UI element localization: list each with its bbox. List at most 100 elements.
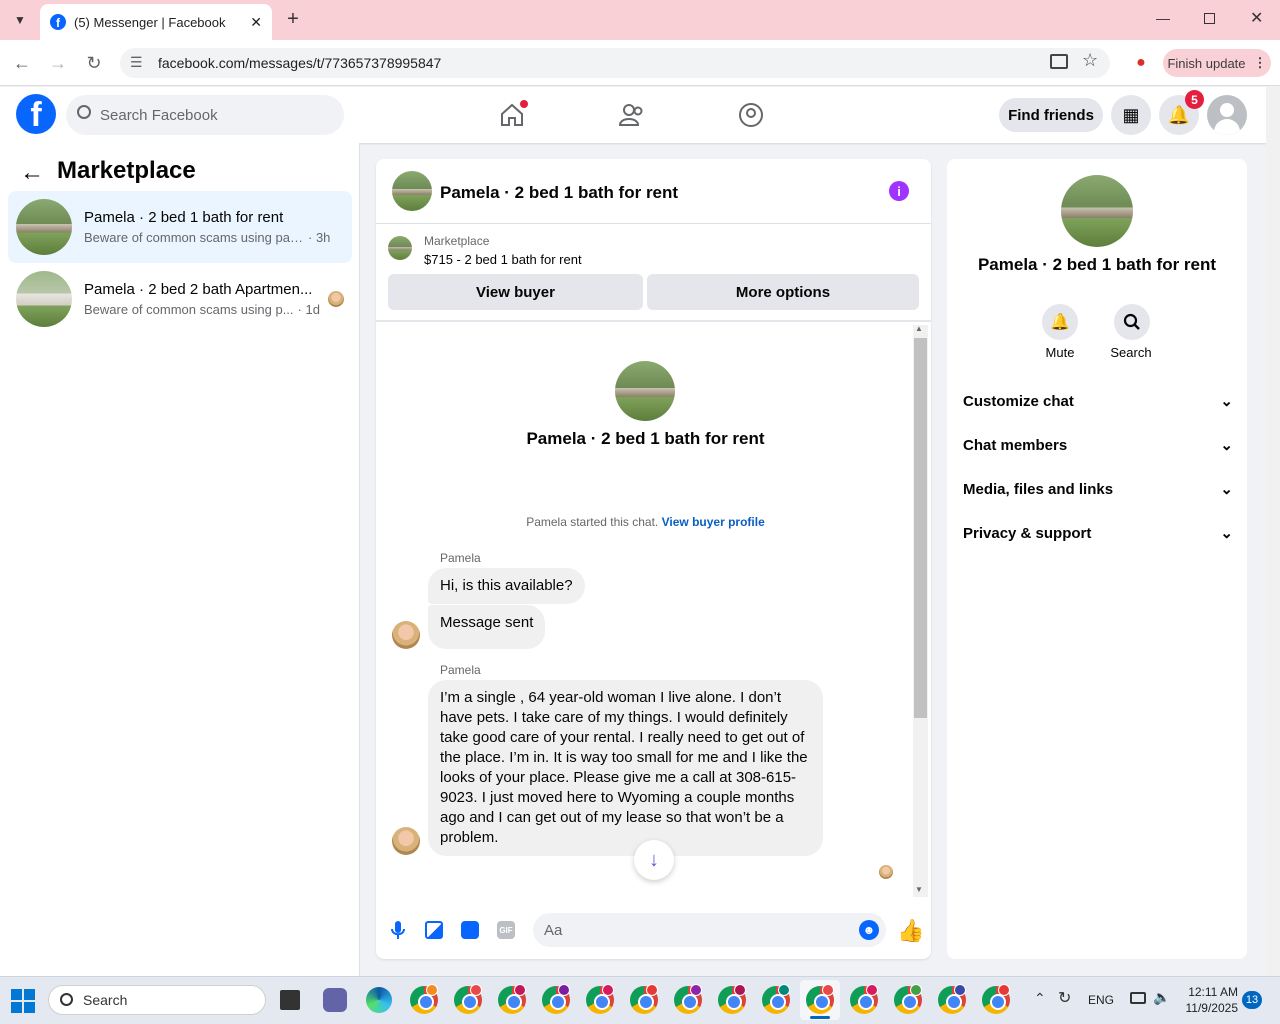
notification-count-badge[interactable]: 13 [1242,991,1262,1009]
task-view-icon[interactable] [280,990,300,1010]
chrome-icon[interactable] [542,984,570,1014]
intro-name: Pamela · 2 bed 1 bath for rent [526,429,765,448]
friends-icon[interactable] [614,98,650,132]
conversation-item[interactable]: Pamela · 2 bed 1 bath for rent Beware of… [8,191,352,263]
sync-icon[interactable]: ↻ [1058,988,1071,1008]
chrome-icon[interactable] [498,984,526,1014]
back-arrow-icon[interactable]: ← [8,49,36,77]
back-arrow-icon[interactable]: ← [20,159,44,187]
reload-icon[interactable]: ↻ [80,49,108,77]
sender-name: Pamela [440,551,481,565]
tab-search-button[interactable]: ▼ [10,10,30,30]
thumbs-up-icon[interactable]: 👍 [897,918,924,944]
close-window-icon[interactable]: ✕ [1250,8,1263,28]
chrome-icon[interactable] [586,984,614,1014]
forward-arrow-icon[interactable]: → [44,49,72,77]
details-avatar [1061,175,1133,247]
show-hidden-icons-chevron-icon[interactable]: ⌃ [1034,990,1046,1007]
chrome-icon[interactable] [894,984,922,1014]
customize-chat-section[interactable]: Customize chat ⌄ [963,385,1233,417]
browser-tab-messenger[interactable]: f (5) Messenger | Facebook ✕ [40,4,272,40]
message-bubble[interactable]: I’m a single , 64 year-old woman I live … [428,680,823,856]
restore-window-icon[interactable] [1204,13,1215,24]
info-icon[interactable]: i [889,181,909,201]
search-facebook-input[interactable]: Search Facebook [66,95,344,135]
message-input[interactable]: Aa [533,913,886,947]
tab-title: (5) Messenger | Facebook [74,14,226,30]
section-label: Customize chat [963,392,1074,410]
groups-icon[interactable] [733,98,769,132]
photo-icon[interactable] [425,921,443,939]
network-icon[interactable] [1130,992,1146,1004]
page-title: Marketplace [57,157,196,184]
scroll-up-arrow-icon[interactable]: ▲ [915,324,923,333]
facebook-favicon-icon: f [50,14,66,30]
notification-badge: 5 [1185,90,1204,109]
minimize-window-icon[interactable]: — [1156,10,1170,26]
privacy-support-section[interactable]: Privacy & support ⌄ [963,517,1233,549]
chrome-icon[interactable] [674,984,702,1014]
sender-avatar[interactable] [392,621,420,649]
chrome-icon[interactable] [762,984,790,1014]
scroll-down-arrow-icon[interactable]: ▼ [915,885,923,894]
windows-start-icon[interactable] [11,989,35,1013]
site-info-icon[interactable]: ☰ [130,54,143,71]
taskbar-search-label: Search [83,992,128,1008]
mute-bell-icon[interactable]: 🔔 [1042,304,1078,340]
active-app-indicator [810,1016,830,1019]
chrome-icon[interactable] [806,984,834,1014]
menu-grid-icon[interactable]: ▦ [1111,95,1151,135]
edge-icon[interactable] [366,987,392,1013]
chat-header-avatar[interactable] [392,171,432,211]
address-bar[interactable]: ☰ facebook.com/messages/t/77365737899584… [120,48,1110,78]
sticker-icon[interactable] [461,921,479,939]
view-buyer-button[interactable]: View buyer [388,274,643,310]
conversation-item[interactable]: Pamela · 2 bed 2 bath Apartmen... Beware… [8,263,352,335]
message-bubble[interactable]: Message sent [428,605,546,649]
conversation-snippet: Beware of common scams using p... [84,302,294,317]
scroll-down-button[interactable]: ↓ [634,840,674,880]
language-indicator[interactable]: ENG [1088,993,1114,1007]
gif-icon[interactable]: GIF [497,921,515,939]
chrome-icon[interactable] [718,984,746,1014]
new-tab-button[interactable]: + [282,8,304,30]
search-icon [77,105,91,119]
chrome-icon[interactable] [630,984,658,1014]
chrome-icon[interactable] [938,984,966,1014]
install-app-icon[interactable] [1050,54,1068,69]
chrome-icon[interactable] [410,984,438,1014]
bookmark-star-icon[interactable]: ☆ [1082,50,1098,71]
section-label: Chat members [963,436,1068,454]
emoji-icon[interactable]: ☻ [859,920,879,940]
search-icon[interactable] [1114,304,1150,340]
clock-date[interactable]: 11/9/2025 [1170,1001,1239,1015]
listing-thumbnail [16,199,72,255]
teams-icon[interactable] [323,988,347,1012]
account-avatar[interactable] [1207,95,1247,135]
close-tab-icon[interactable]: ✕ [250,14,262,31]
facebook-logo-icon[interactable]: f [16,94,56,134]
chat-title[interactable]: Pamela · 2 bed 1 bath for rent [440,183,678,203]
read-receipt-avatar [328,291,344,307]
microphone-icon[interactable] [390,920,406,940]
conversation-snippet: Beware of common scams using pay... [84,230,304,245]
view-buyer-profile-link[interactable]: View buyer profile [662,515,765,529]
chrome-icon[interactable] [454,984,482,1014]
media-files-links-section[interactable]: Media, files and links ⌄ [963,473,1233,505]
finish-update-label: Finish update [1167,55,1246,71]
scrollbar-thumb[interactable] [914,338,927,718]
finish-update-button[interactable]: Finish update ⋮ [1163,49,1271,77]
taskbar-search-box[interactable]: Search [48,985,266,1015]
clock-time[interactable]: 12:11 AM [1170,985,1238,999]
sender-avatar[interactable] [392,827,420,855]
message-bubble[interactable]: Hi, is this available? [428,568,585,604]
page-scrollbar[interactable] [1266,87,1280,976]
volume-icon[interactable]: 🔈 [1153,989,1170,1006]
chrome-icon[interactable] [850,984,878,1014]
profile-icon[interactable]: ● [1131,53,1151,73]
more-options-button[interactable]: More options [647,274,919,310]
chrome-icon[interactable] [982,984,1010,1014]
section-label: Privacy & support [963,524,1092,542]
find-friends-button[interactable]: Find friends [999,98,1103,132]
chat-members-section[interactable]: Chat members ⌄ [963,429,1233,461]
